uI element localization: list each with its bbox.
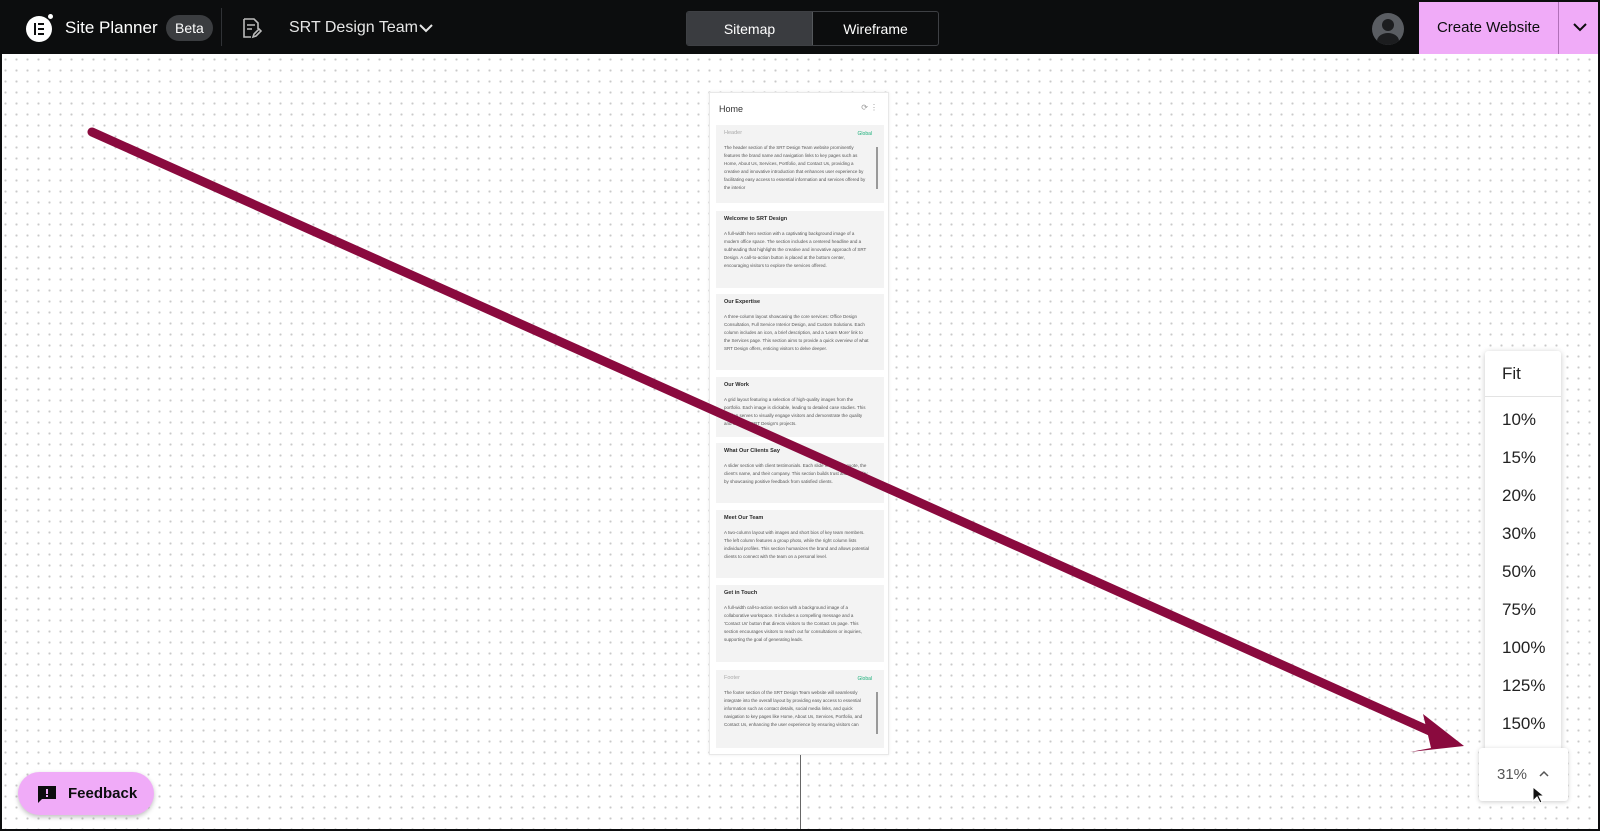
section-title: Our Expertise — [724, 299, 761, 305]
global-badge: Global — [857, 676, 872, 682]
section-card-expertise[interactable]: Our Expertise A three-column layout show… — [716, 294, 884, 370]
zoom-option-30[interactable]: 30% — [1502, 524, 1536, 544]
section-title: Get in Touch — [724, 590, 758, 596]
section-card-contact[interactable]: Get in Touch A full-width call-to-action… — [716, 585, 884, 662]
top-bar: Site Planner Beta SRT Design Team Sitema… — [0, 0, 1600, 54]
mouse-pointer-icon — [1532, 786, 1544, 804]
elementor-logo-icon[interactable] — [26, 16, 52, 42]
global-badge: Global — [857, 131, 872, 137]
zoom-option-fit[interactable]: Fit — [1485, 351, 1561, 397]
feedback-label: Feedback — [68, 785, 138, 802]
section-title: What Our Clients Say — [724, 448, 780, 454]
section-card-work[interactable]: Our Work A grid layout featuring a selec… — [716, 377, 884, 437]
section-card-team[interactable]: Meet Our Team A two-column layout with i… — [716, 510, 884, 578]
section-description: A slider section with client testimonial… — [724, 463, 868, 484]
section-title: Header — [724, 130, 743, 136]
chevron-down-icon — [1572, 23, 1587, 32]
page-card-home[interactable]: Home ⟳⋮ Header Global The header section… — [709, 92, 889, 755]
feedback-button[interactable]: Feedback — [18, 772, 154, 815]
section-description: A two-column layout with images and shor… — [724, 530, 870, 559]
section-title: Footer — [724, 675, 740, 681]
zoom-option-100[interactable]: 100% — [1502, 638, 1545, 658]
create-website-button[interactable]: Create Website — [1419, 0, 1558, 54]
section-title: Meet Our Team — [724, 515, 764, 521]
app-title: Site Planner — [65, 18, 158, 37]
page-edit-icon[interactable] — [240, 17, 262, 39]
scrollbar[interactable] — [876, 692, 878, 734]
section-description: The footer section of the SRT Design Tea… — [724, 690, 863, 727]
view-toggle: Sitemap Wireframe — [686, 11, 939, 46]
chevron-down-icon[interactable] — [418, 22, 434, 34]
zoom-option-75[interactable]: 75% — [1502, 600, 1536, 620]
zoom-option-125[interactable]: 125% — [1502, 676, 1545, 696]
zoom-option-150[interactable]: 150% — [1502, 714, 1545, 734]
scrollbar[interactable] — [876, 147, 878, 189]
section-title: Our Work — [724, 382, 749, 388]
zoom-control[interactable]: 31% — [1479, 748, 1568, 801]
section-card-header[interactable]: Header Global The header section of the … — [716, 125, 884, 203]
section-card-footer[interactable]: Footer Global The footer section of the … — [716, 670, 884, 748]
divider — [221, 8, 222, 46]
section-card-testimonials[interactable]: What Our Clients Say A slider section wi… — [716, 443, 884, 503]
logo-sparkle-icon — [48, 14, 53, 19]
zoom-option-20[interactable]: 20% — [1502, 486, 1536, 506]
zoom-dropdown-menu: Fit 10% 15% 20% 30% 50% 75% 100% 125% 15… — [1485, 351, 1561, 751]
chevron-up-icon[interactable] — [1539, 770, 1549, 777]
section-description: A grid layout featuring a selection of h… — [724, 397, 866, 426]
section-description: A full-width hero section with a captiva… — [724, 231, 867, 268]
connector-line — [800, 755, 801, 831]
page-card-title: Home — [719, 104, 744, 114]
zoom-level: 31% — [1497, 766, 1528, 783]
section-title: Welcome to SRT Design — [724, 216, 788, 222]
create-website-menu-button[interactable] — [1558, 0, 1600, 54]
section-description: The header section of the SRT Design Tea… — [724, 145, 866, 190]
section-description: A three-column layout showcasing the cor… — [724, 314, 869, 351]
tab-sitemap[interactable]: Sitemap — [687, 12, 813, 45]
tab-wireframe[interactable]: Wireframe — [813, 12, 938, 45]
beta-badge: Beta — [166, 15, 213, 41]
section-card-welcome[interactable]: Welcome to SRT Design A full-width hero … — [716, 211, 884, 288]
zoom-option-10[interactable]: 10% — [1502, 410, 1536, 430]
user-avatar-icon[interactable] — [1372, 13, 1404, 45]
feedback-icon — [38, 785, 56, 803]
section-description: A full-width call-to-action section with… — [724, 605, 862, 642]
page-card-actions-icon[interactable]: ⟳⋮ — [861, 103, 880, 112]
zoom-option-50[interactable]: 50% — [1502, 562, 1536, 582]
zoom-option-15[interactable]: 15% — [1502, 448, 1536, 468]
team-selector[interactable]: SRT Design Team — [289, 19, 418, 37]
